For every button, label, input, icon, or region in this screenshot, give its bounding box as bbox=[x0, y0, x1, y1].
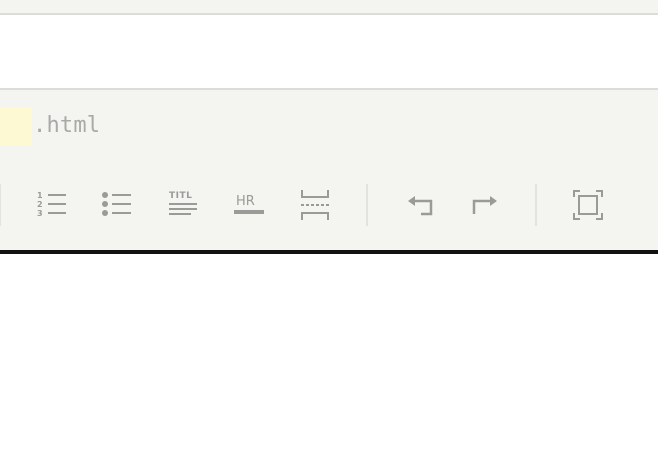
top-strip bbox=[0, 0, 658, 15]
redo-icon bbox=[472, 196, 497, 214]
header-band bbox=[0, 15, 658, 90]
fullscreen-icon bbox=[573, 190, 603, 220]
unordered-list-icon bbox=[102, 192, 131, 216]
editor-header: .html 1 2 3 TITL HR bbox=[0, 90, 658, 250]
filename-row[interactable]: .html bbox=[0, 108, 658, 146]
svg-text:HR: HR bbox=[236, 194, 255, 209]
ordered-list-button[interactable]: 1 2 3 bbox=[31, 184, 71, 226]
hr-icon: HR bbox=[234, 194, 264, 214]
editor-content-area[interactable] bbox=[0, 254, 658, 462]
page-break-button[interactable] bbox=[295, 184, 335, 226]
svg-text:TITL: TITL bbox=[169, 191, 192, 201]
redo-button[interactable] bbox=[465, 184, 505, 226]
editor-toolbar: 1 2 3 TITL HR bbox=[0, 180, 658, 230]
page-break-icon bbox=[301, 190, 329, 220]
toolbar-separator bbox=[535, 184, 537, 226]
unordered-list-button[interactable] bbox=[96, 184, 136, 226]
title-button[interactable]: TITL bbox=[162, 184, 202, 226]
svg-text:3: 3 bbox=[37, 209, 43, 218]
toolbar-separator bbox=[366, 184, 368, 226]
svg-text:1: 1 bbox=[37, 191, 43, 200]
horizontal-rule-button[interactable]: HR bbox=[229, 184, 269, 226]
svg-text:2: 2 bbox=[37, 200, 43, 209]
undo-icon bbox=[408, 196, 433, 216]
fullscreen-button[interactable] bbox=[568, 184, 608, 226]
filename-extension: .html bbox=[33, 113, 101, 138]
title-icon: TITL bbox=[169, 191, 197, 215]
undo-button[interactable] bbox=[400, 184, 440, 226]
filename-highlight bbox=[0, 108, 32, 146]
ordered-list-icon: 1 2 3 bbox=[37, 191, 66, 218]
toolbar-separator bbox=[0, 184, 1, 226]
